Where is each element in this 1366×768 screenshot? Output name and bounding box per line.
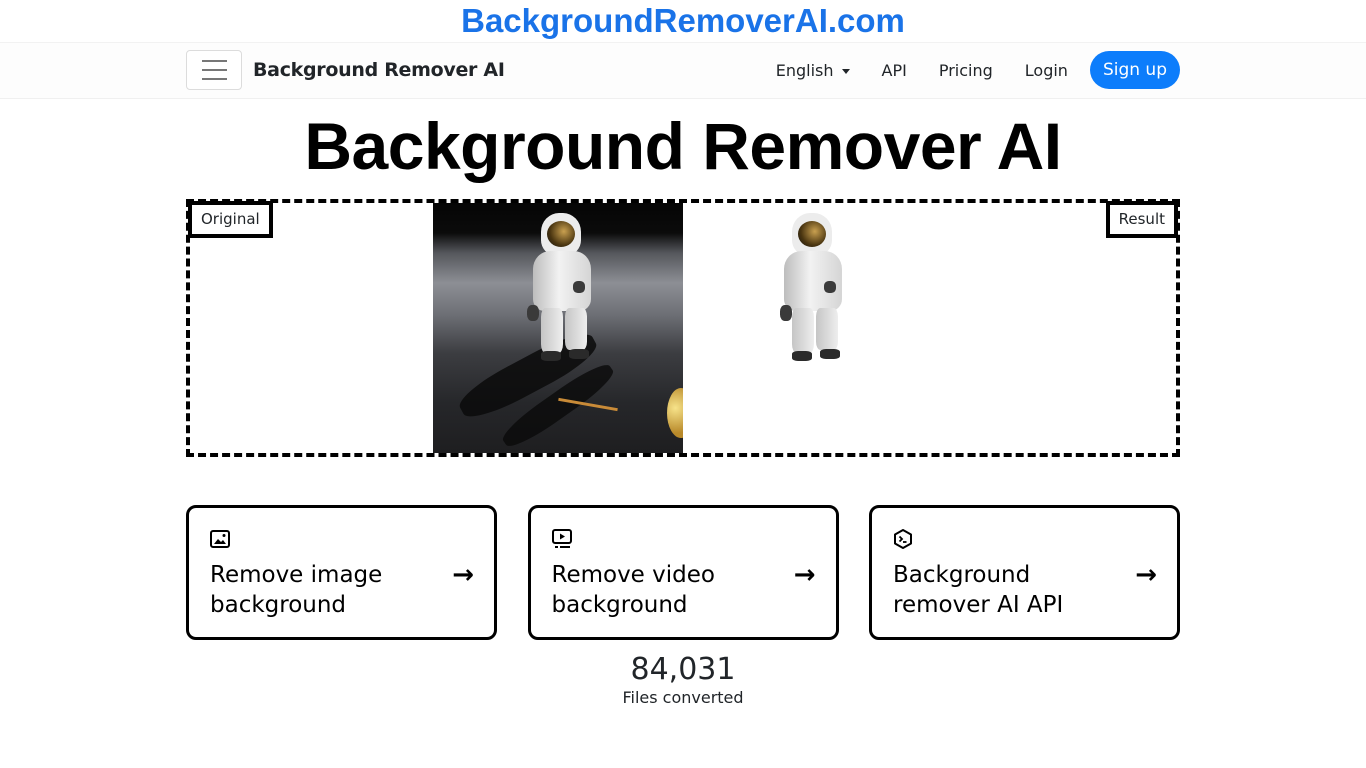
result-label: Result [1105, 201, 1178, 238]
nav-links: English API Pricing Login Sign up [776, 51, 1180, 89]
navbar: Background Remover AI English API Pricin… [0, 43, 1366, 99]
arrow-right-icon: → [793, 560, 816, 590]
hamburger-icon-line [201, 69, 227, 71]
result-image [780, 213, 860, 363]
card-label: Remove image background [210, 562, 383, 618]
card-label: Background remover AI API [893, 562, 1064, 618]
arrow-right-icon: → [1135, 560, 1157, 590]
boot-shape [792, 351, 812, 361]
nav-link-login[interactable]: Login [1025, 61, 1068, 80]
video-icon [551, 529, 572, 548]
site-banner: BackgroundRemoverAI.com [0, 0, 1366, 43]
nav-link-pricing[interactable]: Pricing [939, 61, 993, 80]
files-converted-label: Files converted [622, 688, 744, 707]
caret-down-icon [841, 68, 850, 74]
menu-toggle-button[interactable] [186, 50, 242, 90]
comparison-panel: Original Result [186, 199, 1180, 457]
leg-shape [792, 308, 814, 353]
original-image [433, 203, 683, 453]
visor-shape [798, 221, 826, 247]
boot-shape [820, 349, 840, 359]
nav-link-api[interactable]: API [882, 61, 907, 80]
glove-shape [573, 281, 585, 293]
arrow-right-icon: → [452, 560, 474, 590]
glove-shape [780, 305, 792, 321]
visor-shape [547, 221, 575, 247]
hamburger-icon-line [201, 78, 227, 80]
feature-cards: Remove image background → Remove video b… [186, 505, 1180, 640]
page-title: Background Remover AI [304, 109, 1062, 183]
terminal-icon [894, 529, 912, 549]
boot-shape [569, 349, 589, 359]
boot-shape [541, 351, 561, 361]
background-remover-api-card[interactable]: Background remover AI API → [869, 505, 1180, 640]
files-converted-stat: 84,031 Files converted [0, 652, 1366, 708]
lander-shape [667, 388, 683, 438]
card-label: Remove video background [551, 562, 715, 618]
files-converted-count: 84,031 [630, 652, 736, 687]
leg-shape [565, 308, 587, 350]
hamburger-icon-line [201, 60, 227, 62]
language-dropdown[interactable]: English [776, 61, 850, 80]
remove-image-background-card[interactable]: Remove image background → [186, 505, 497, 640]
glove-shape [824, 281, 836, 293]
astronaut-figure [523, 213, 603, 363]
language-label: English [775, 60, 834, 80]
original-label: Original [188, 201, 273, 238]
brand-link[interactable]: Background Remover AI [253, 59, 505, 81]
image-icon [210, 530, 230, 548]
glove-shape [527, 305, 539, 321]
leg-shape [541, 308, 563, 353]
signup-button[interactable]: Sign up [1089, 51, 1180, 89]
remove-video-background-card[interactable]: Remove video background → [527, 505, 839, 640]
leg-shape [816, 308, 838, 350]
